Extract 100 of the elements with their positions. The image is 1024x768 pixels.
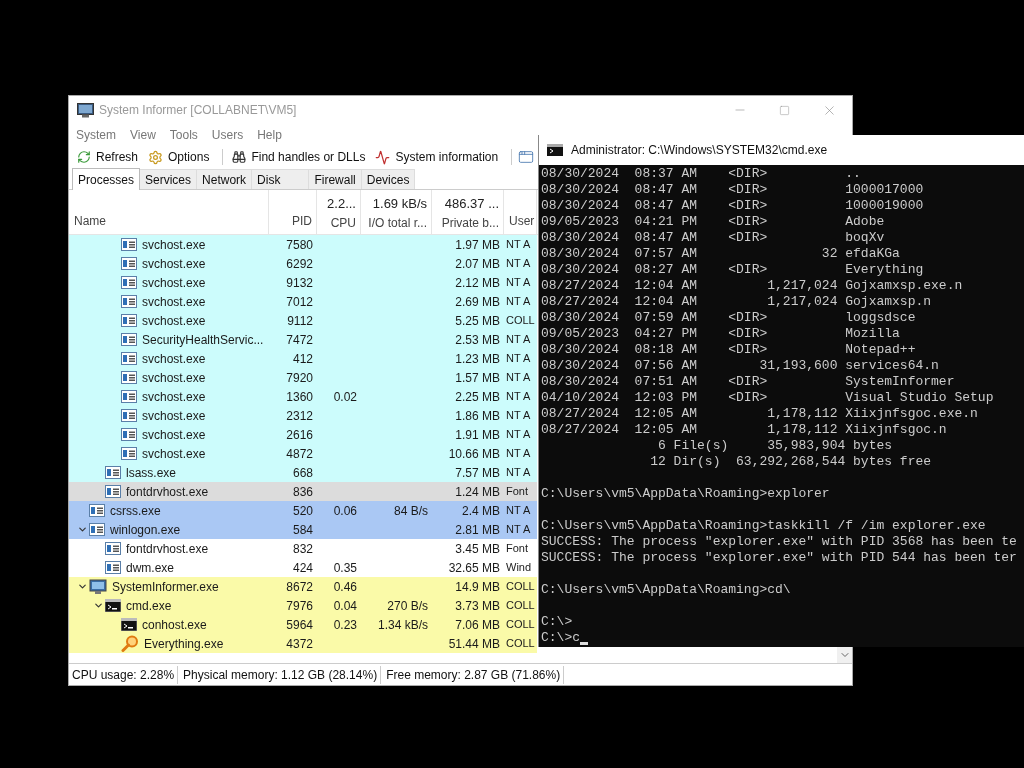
process-row[interactable]: svchost.exe 412 1.23 MB NT A: [69, 349, 537, 368]
process-io: 84 B/s: [393, 502, 428, 520]
process-row[interactable]: winlogon.exe 584 2.81 MB NT A: [69, 520, 537, 539]
process-name: csrss.exe: [110, 502, 161, 520]
column-header[interactable]: Private b...: [441, 213, 499, 232]
process-name: svchost.exe: [142, 274, 206, 292]
process-row[interactable]: fontdrvhost.exe 836 1.24 MB Font: [69, 482, 537, 501]
process-pid: 668: [292, 464, 313, 482]
menu-item[interactable]: System: [76, 126, 116, 144]
toolbar-button[interactable]: System information: [372, 148, 502, 166]
tab[interactable]: Devices: [361, 169, 416, 189]
console-line: SUCCESS: The process "explorer.exe" with PID 3568 has been te: [541, 534, 1017, 550]
process-row[interactable]: svchost.exe 2616 1.91 MB NT A: [69, 425, 537, 444]
console-line: 08/30/2024 07:59 AM <DIR> loggsdsce: [541, 310, 916, 326]
process-row[interactable]: svchost.exe 7580 1.97 MB NT A: [69, 235, 537, 254]
maximize-icon: [779, 104, 790, 116]
process-user: NT A: [506, 256, 531, 272]
column-header[interactable]: Name: [74, 212, 106, 230]
process-row[interactable]: lsass.exe 668 7.57 MB NT A: [69, 463, 537, 482]
process-pid: 2616: [286, 426, 313, 444]
tab[interactable]: Network: [197, 169, 253, 189]
process-user: NT A: [506, 465, 531, 481]
process-user: NT A: [506, 237, 531, 253]
process-name: svchost.exe: [142, 426, 206, 444]
window-title: Administrator: C:\Windows\SYSTEM32\cmd.exe: [571, 142, 828, 159]
magnifier-icon: [121, 635, 139, 652]
process-pid: 7580: [286, 236, 313, 254]
tab[interactable]: Disk: [252, 169, 310, 189]
process-cpu: 0.06: [333, 502, 357, 520]
process-name: svchost.exe: [142, 369, 206, 387]
column-total: 486.37 ...: [444, 195, 499, 213]
column-total: 2.2...: [327, 195, 356, 213]
process-user: COLL: [506, 579, 535, 595]
console-line: SUCCESS: The process "explorer.exe" with PID 544 has been ter: [541, 550, 1017, 566]
menu-item[interactable]: Help: [257, 126, 282, 144]
tab[interactable]: Firewall: [309, 169, 362, 189]
expand-icon[interactable]: [93, 600, 104, 611]
window-icon: [121, 238, 137, 251]
process-row[interactable]: svchost.exe 4872 10.66 MB NT A: [69, 444, 537, 463]
window-icon: [121, 428, 137, 441]
process-row[interactable]: Everything.exe 4372 51.44 MB COLL: [69, 634, 537, 653]
process-user: NT A: [506, 275, 531, 291]
process-name: svchost.exe: [142, 236, 206, 254]
window-icon: [121, 390, 137, 403]
toolbar-button[interactable]: Refresh: [74, 148, 142, 166]
process-row[interactable]: svchost.exe 6292 2.07 MB NT A: [69, 254, 537, 273]
column-header[interactable]: User: [509, 212, 535, 230]
process-private: 14.9 MB: [455, 578, 500, 596]
process-pid: 4872: [286, 445, 313, 463]
toolbar-button[interactable]: Find handles or DLLs: [229, 148, 369, 166]
process-pid: 9132: [286, 274, 313, 292]
app-icon: [77, 102, 94, 118]
column-header[interactable]: I/O total r...: [368, 213, 427, 232]
window-icon: [121, 295, 137, 308]
process-name: dwm.exe: [126, 559, 175, 577]
toolbar-button[interactable]: Options: [145, 148, 213, 166]
expand-icon[interactable]: [77, 581, 88, 592]
process-private: 7.57 MB: [455, 464, 500, 482]
menu-item[interactable]: View: [130, 126, 156, 144]
process-pid: 5964: [286, 616, 313, 634]
process-row[interactable]: svchost.exe 9132 2.12 MB NT A: [69, 273, 537, 292]
console-line: 08/30/2024 08:47 AM <DIR> boqXv: [541, 230, 885, 246]
window-icon: [105, 485, 121, 498]
monitor-icon: [89, 578, 107, 595]
process-row[interactable]: svchost.exe 1360 0.02 2.25 MB NT A: [69, 387, 537, 406]
process-row[interactable]: svchost.exe 9112 5.25 MB COLL: [69, 311, 537, 330]
column-header[interactable]: PID: [292, 212, 312, 230]
process-user: NT A: [506, 522, 531, 538]
process-pid: 7012: [286, 293, 313, 311]
tab[interactable]: Processes: [72, 168, 141, 190]
process-pid: 7976: [286, 597, 313, 615]
process-name: svchost.exe: [142, 407, 206, 425]
console-line: 09/05/2023 04:21 PM <DIR> Adobe: [541, 214, 885, 230]
menu-item[interactable]: Tools: [169, 126, 198, 144]
process-user: COLL: [506, 617, 535, 633]
process-cpu: 0.04: [333, 597, 357, 615]
process-row[interactable]: csrss.exe 520 0.06 84 B/s 2.4 MB NT A: [69, 501, 537, 520]
process-row[interactable]: SecurityHealthServic... 7472 2.53 MB NT A: [69, 330, 537, 349]
column-header[interactable]: CPU: [330, 213, 356, 232]
expand-icon[interactable]: [77, 524, 88, 535]
console-line: C:\>c: [541, 630, 580, 646]
process-cpu: 0.02: [333, 388, 357, 406]
process-private: 2.12 MB: [455, 274, 500, 292]
window-icon: [121, 371, 137, 384]
process-private: 1.57 MB: [455, 369, 500, 387]
tab[interactable]: Services: [140, 169, 198, 189]
process-pid: 9112: [287, 312, 313, 330]
process-row[interactable]: svchost.exe 7920 1.57 MB NT A: [69, 368, 537, 387]
window-icon[interactable]: [518, 149, 535, 165]
process-row[interactable]: conhost.exe 5964 0.23 1.34 kB/s 7.06 MB COLL: [69, 615, 537, 634]
process-row[interactable]: svchost.exe 7012 2.69 MB NT A: [69, 292, 537, 311]
process-row[interactable]: svchost.exe 2312 1.86 MB NT A: [69, 406, 537, 425]
console-line: 08/27/2024 12:04 AM 1,217,024 Gojxamxsp.n: [541, 294, 932, 310]
process-user: COLL: [506, 598, 535, 614]
gear-icon: [148, 149, 164, 165]
menu-item[interactable]: Users: [211, 126, 244, 144]
process-pid: 6292: [286, 255, 313, 273]
window-icon: [89, 504, 105, 517]
process-row[interactable]: SystemInformer.exe 8672 0.46 14.9 MB COLL: [69, 577, 537, 596]
process-row[interactable]: cmd.exe 7976 0.04 270 B/s 3.73 MB COLL: [69, 596, 537, 615]
